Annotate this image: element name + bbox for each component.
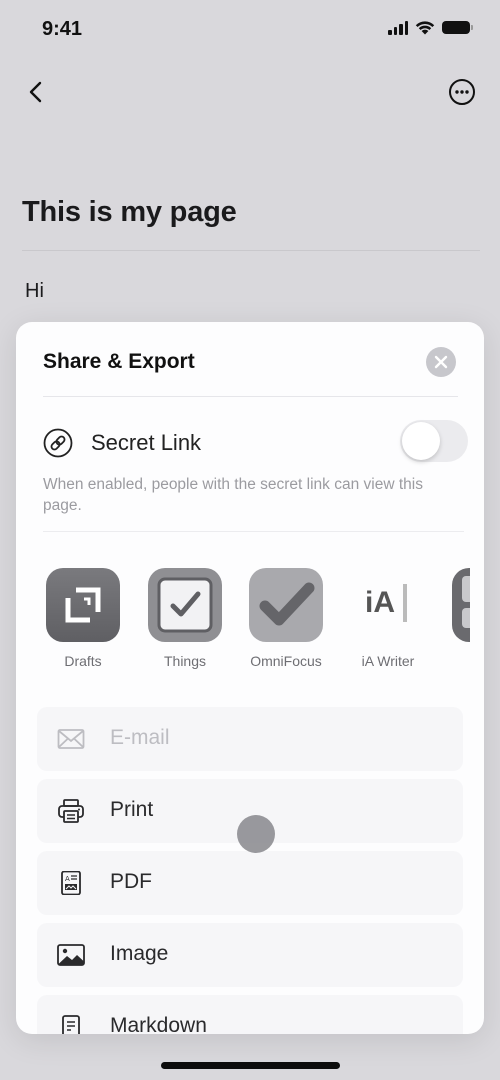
action-markdown[interactable]: Markdown	[37, 995, 463, 1034]
envelope-icon	[57, 729, 85, 749]
link-circle-icon	[43, 428, 73, 458]
back-button[interactable]	[24, 76, 52, 108]
ia-writer-app-icon: iA	[351, 568, 425, 642]
chevron-left-icon	[29, 81, 42, 103]
close-button[interactable]	[426, 347, 456, 377]
title-divider	[22, 250, 480, 251]
share-apps-row[interactable]: Drafts Things OmniFocus iA iA Writer	[45, 568, 470, 678]
secret-link-description: When enabled, people with the secret lin…	[43, 476, 423, 514]
sheet-divider	[43, 531, 464, 532]
cursor-bar	[403, 584, 407, 622]
app-label: Drafts	[64, 653, 102, 669]
app-things[interactable]: Things	[147, 568, 223, 669]
action-label: E-mail	[110, 726, 170, 749]
printer-icon	[58, 799, 84, 823]
cellular-signal-icon	[388, 20, 408, 35]
page-body-text[interactable]: Hi	[25, 280, 44, 303]
ulysses-app-icon	[452, 568, 470, 642]
app-label: iA Writer	[361, 653, 415, 669]
battery-icon	[442, 21, 473, 34]
toggle-knob	[402, 422, 440, 460]
xmark-circle-icon	[434, 355, 448, 369]
photo-icon	[57, 944, 85, 966]
action-label: Image	[110, 942, 169, 965]
action-label: Markdown	[110, 1014, 207, 1034]
home-indicator[interactable]	[161, 1062, 340, 1069]
more-options-button[interactable]	[448, 78, 476, 106]
page-title[interactable]: This is my page	[22, 196, 237, 229]
ia-writer-glyph: iA	[365, 586, 395, 619]
pdf-document-icon: A	[61, 871, 81, 895]
secret-link-toggle[interactable]	[400, 420, 468, 462]
app-ia-writer[interactable]: iA iA Writer	[350, 568, 426, 669]
ellipsis-circle-icon	[449, 79, 475, 105]
things-app-icon	[148, 568, 222, 642]
app-drafts[interactable]: Drafts	[45, 568, 121, 669]
app-omnifocus[interactable]: OmniFocus	[248, 568, 324, 669]
navigation-bar	[0, 70, 500, 114]
action-image[interactable]: Image	[37, 923, 463, 987]
app-label: OmniFocus	[250, 653, 322, 669]
status-bar: 9:41	[0, 0, 500, 62]
status-time: 9:41	[42, 18, 83, 40]
touch-indicator	[237, 815, 275, 853]
text-document-icon	[62, 1015, 80, 1034]
svg-text:A: A	[65, 875, 70, 883]
action-label: Print	[110, 798, 154, 821]
action-email[interactable]: E-mail	[37, 707, 463, 771]
sheet-title: Share & Export	[43, 350, 195, 373]
app-label: Things	[163, 653, 207, 669]
action-label: PDF	[110, 870, 152, 893]
drafts-app-icon	[46, 568, 120, 642]
app-label: U	[451, 653, 470, 669]
app-ulysses[interactable]: U	[451, 568, 470, 669]
omnifocus-app-icon	[249, 568, 323, 642]
share-export-sheet: Share & Export Secret Link When enabled,…	[16, 322, 484, 1034]
action-pdf[interactable]: A PDF	[37, 851, 463, 915]
secret-link-label: Secret Link	[91, 430, 202, 455]
wifi-icon	[415, 21, 435, 35]
secret-link-row: Secret Link	[43, 420, 468, 466]
status-icons	[388, 20, 473, 35]
sheet-divider	[43, 396, 458, 397]
